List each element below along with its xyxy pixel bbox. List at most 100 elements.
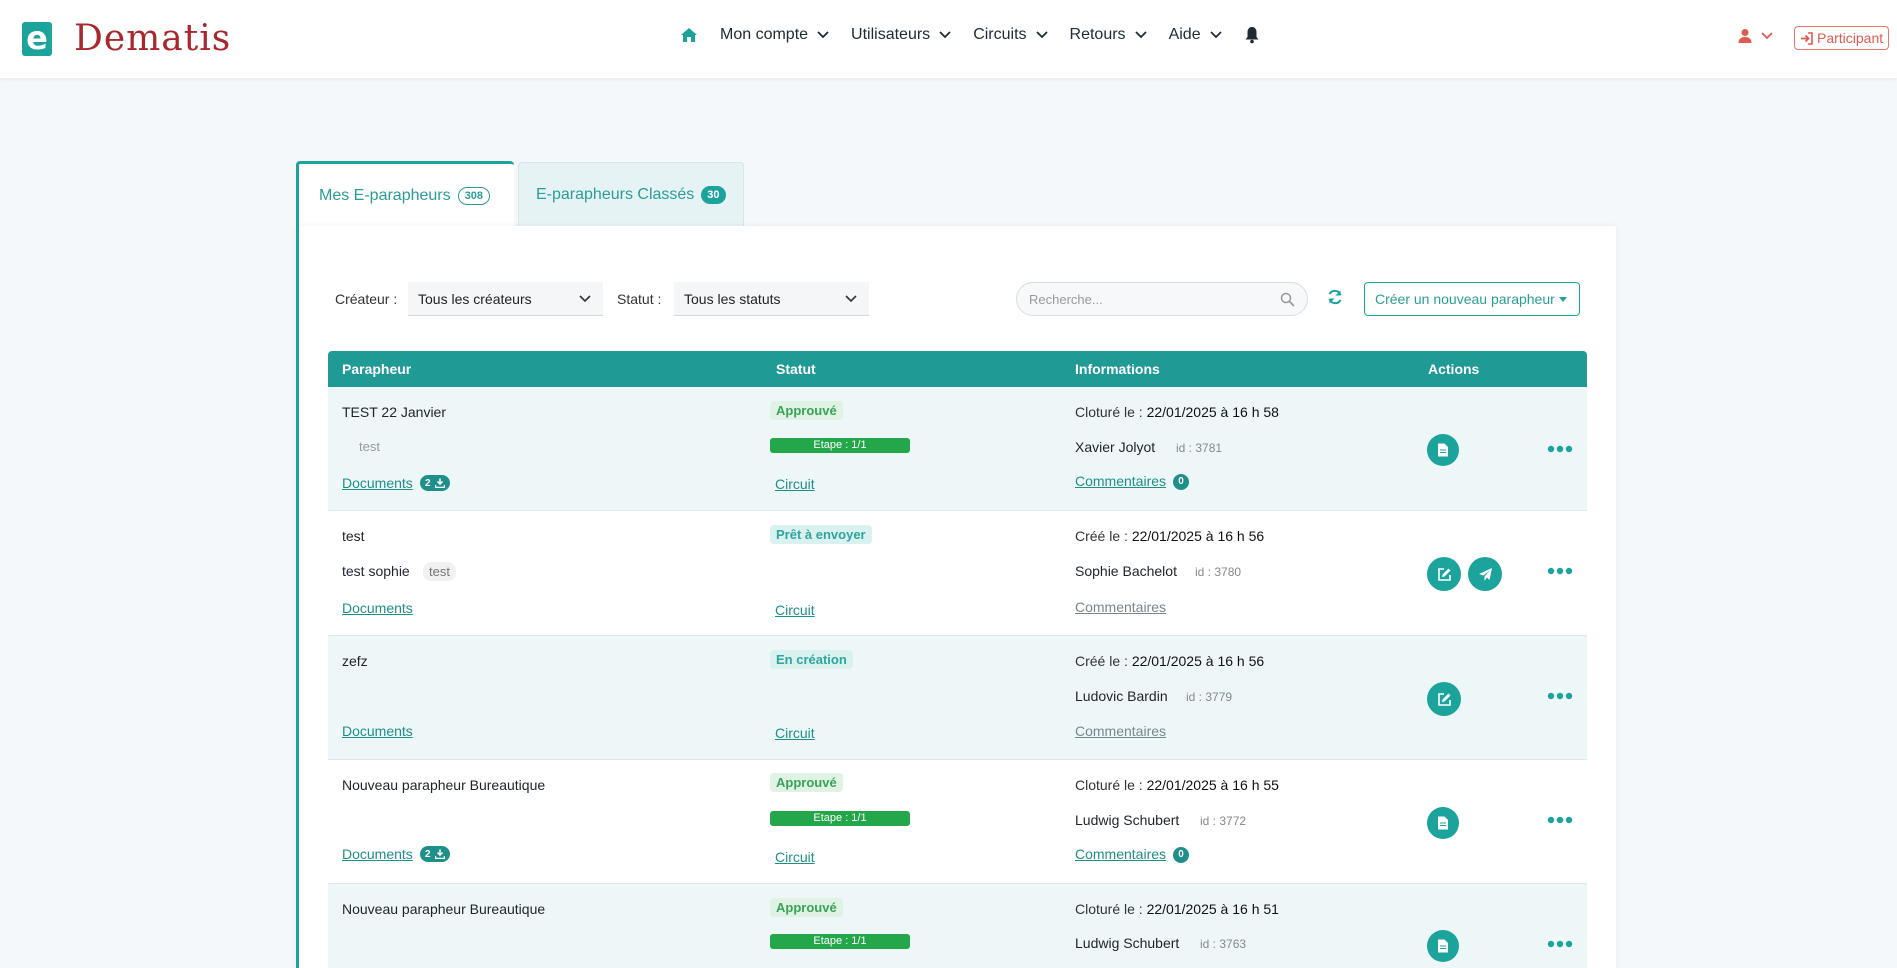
creator-select-value: Tous les créateurs <box>418 290 532 307</box>
send-button[interactable] <box>1468 557 1502 591</box>
row-title: Nouveau parapheur Bureautique <box>342 901 546 917</box>
status-badge: En création <box>770 650 853 669</box>
chevron-down-icon <box>1134 31 1147 39</box>
person-name: Xavier Jolyot <box>1075 439 1156 455</box>
table-row[interactable]: test test sophie test Documents Prêt à e… <box>328 511 1587 636</box>
circuit-link[interactable]: Circuit <box>775 725 815 741</box>
nav-label: Mon compte <box>720 26 809 43</box>
comments-link[interactable]: Commentaires <box>1075 473 1166 489</box>
edit-button[interactable] <box>1427 557 1461 591</box>
info-line: Cloturé le : 22/01/2025 à 16 h 55 <box>1075 777 1279 793</box>
tab-mes-eparapheurs[interactable]: Mes E-parapheurs 308 <box>296 161 514 227</box>
documents-link[interactable]: Documents <box>342 475 413 491</box>
nav-circuits[interactable]: Circuits <box>973 26 1048 44</box>
chevron-down-icon <box>1209 31 1222 39</box>
user-menu[interactable] <box>1738 28 1774 44</box>
info-date: 22/01/2025 à 16 h 56 <box>1131 653 1265 669</box>
edit-icon <box>1437 567 1451 581</box>
download-icon <box>434 478 445 488</box>
view-document-button[interactable] <box>1427 807 1459 839</box>
status-select[interactable]: Tous les statuts <box>674 282 869 316</box>
more-options-icon[interactable] <box>1547 567 1573 575</box>
documents-link[interactable]: Documents <box>342 723 413 739</box>
file-icon <box>1438 816 1448 830</box>
participant-label: Participant <box>1817 30 1884 46</box>
view-document-button[interactable] <box>1427 434 1459 466</box>
chevron-down-icon <box>939 31 951 39</box>
participant-button[interactable]: Participant <box>1794 26 1890 50</box>
home-icon[interactable] <box>680 26 698 44</box>
step-progress: Etape : 1/1 <box>770 934 910 949</box>
view-document-button[interactable] <box>1427 930 1459 962</box>
search-input[interactable]: Recherche... <box>1016 282 1308 316</box>
person-name: Ludwig Schubert <box>1075 935 1180 951</box>
info-label: Cloturé le : <box>1075 777 1143 793</box>
nav-retours[interactable]: Retours <box>1070 26 1147 44</box>
tab-label: Mes E-parapheurs <box>319 186 451 204</box>
refresh-icon[interactable] <box>1326 288 1344 306</box>
file-icon <box>1438 939 1448 953</box>
table-row[interactable]: zefz Documents En création Circuit Créé … <box>328 636 1587 760</box>
chevron-down-icon <box>1035 31 1048 39</box>
info-label: Cloturé le : <box>1075 901 1143 917</box>
edit-icon <box>1437 692 1451 706</box>
bell-icon[interactable] <box>1244 26 1260 44</box>
nav-label: Utilisateurs <box>851 26 931 43</box>
info-line: Cloturé le : 22/01/2025 à 16 h 51 <box>1075 901 1279 917</box>
creator-select[interactable]: Tous les créateurs <box>408 282 603 316</box>
nav-aide[interactable]: Aide <box>1169 26 1222 44</box>
caret-down-icon <box>1559 297 1567 302</box>
user-icon <box>1738 29 1752 43</box>
row-subtitle: test sophie <box>342 563 410 579</box>
nav-mon-compte[interactable]: Mon compte <box>720 26 829 44</box>
more-options-icon[interactable] <box>1547 816 1573 824</box>
brand-name: Dematis <box>74 18 232 59</box>
documents-link[interactable]: Documents <box>342 600 413 616</box>
documents-count-badge[interactable]: 2 <box>420 846 450 862</box>
table-row[interactable]: Nouveau parapheur Bureautique Approuvé E… <box>328 884 1587 968</box>
create-button-label: Créer un nouveau parapheur <box>1375 291 1555 307</box>
info-label: Cloturé le : <box>1075 404 1143 420</box>
circuit-link[interactable]: Circuit <box>775 849 815 865</box>
sign-in-icon <box>1801 31 1813 45</box>
circuit-link[interactable]: Circuit <box>775 602 815 618</box>
status-filter-label: Statut : <box>617 291 662 307</box>
info-line: Créé le : 22/01/2025 à 16 h 56 <box>1075 528 1264 544</box>
documents-count-badge[interactable]: 2 <box>420 475 450 491</box>
comments-link[interactable]: Commentaires <box>1075 723 1166 739</box>
count-badge: 30 <box>701 185 726 204</box>
edit-button[interactable] <box>1427 682 1461 716</box>
nav-utilisateurs[interactable]: Utilisateurs <box>851 26 951 44</box>
top-navbar: e Dematis Mon compte Utilisateurs Circui… <box>0 0 1897 78</box>
chevron-down-icon <box>579 295 591 303</box>
more-options-icon[interactable] <box>1547 445 1573 453</box>
info-line: Cloturé le : 22/01/2025 à 16 h 58 <box>1075 404 1279 420</box>
more-options-icon[interactable] <box>1547 692 1573 700</box>
info-label: Créé le : <box>1075 653 1128 669</box>
circuit-link[interactable]: Circuit <box>775 476 815 492</box>
main-nav: Mon compte Utilisateurs Circuits Retours… <box>680 26 1260 44</box>
comments-link[interactable]: Commentaires <box>1075 846 1166 862</box>
doc-count: 2 <box>425 848 431 860</box>
table-row[interactable]: TEST 22 Janvier test Documents 2 Approuv… <box>328 387 1587 511</box>
creator-filter-label: Créateur : <box>335 291 398 307</box>
row-title: TEST 22 Janvier <box>342 404 447 420</box>
row-tag: test <box>423 562 456 581</box>
header-statut: Statut <box>776 361 816 377</box>
header-parapheur: Parapheur <box>342 361 412 377</box>
tab-eparapheurs-classes[interactable]: E-parapheurs Classés 30 <box>518 162 744 226</box>
person-name: Sophie Bachelot <box>1075 563 1177 579</box>
row-id: id : 3781 <box>1176 441 1223 455</box>
table-row[interactable]: Nouveau parapheur Bureautique Documents … <box>328 760 1587 884</box>
documents-link[interactable]: Documents <box>342 846 413 862</box>
comments-link[interactable]: Commentaires <box>1075 599 1166 615</box>
create-parapheur-button[interactable]: Créer un nouveau parapheur <box>1364 282 1580 316</box>
brand-logo[interactable]: e Dematis <box>22 21 231 57</box>
status-badge: Approuvé <box>770 773 843 792</box>
more-options-icon[interactable] <box>1547 940 1573 948</box>
info-date: 22/01/2025 à 16 h 56 <box>1131 528 1265 544</box>
logo-mark-icon: e <box>22 22 52 56</box>
chevron-down-icon <box>845 295 857 303</box>
step-progress: Etape : 1/1 <box>770 438 910 453</box>
tab-label: E-parapheurs Classés <box>536 185 695 203</box>
